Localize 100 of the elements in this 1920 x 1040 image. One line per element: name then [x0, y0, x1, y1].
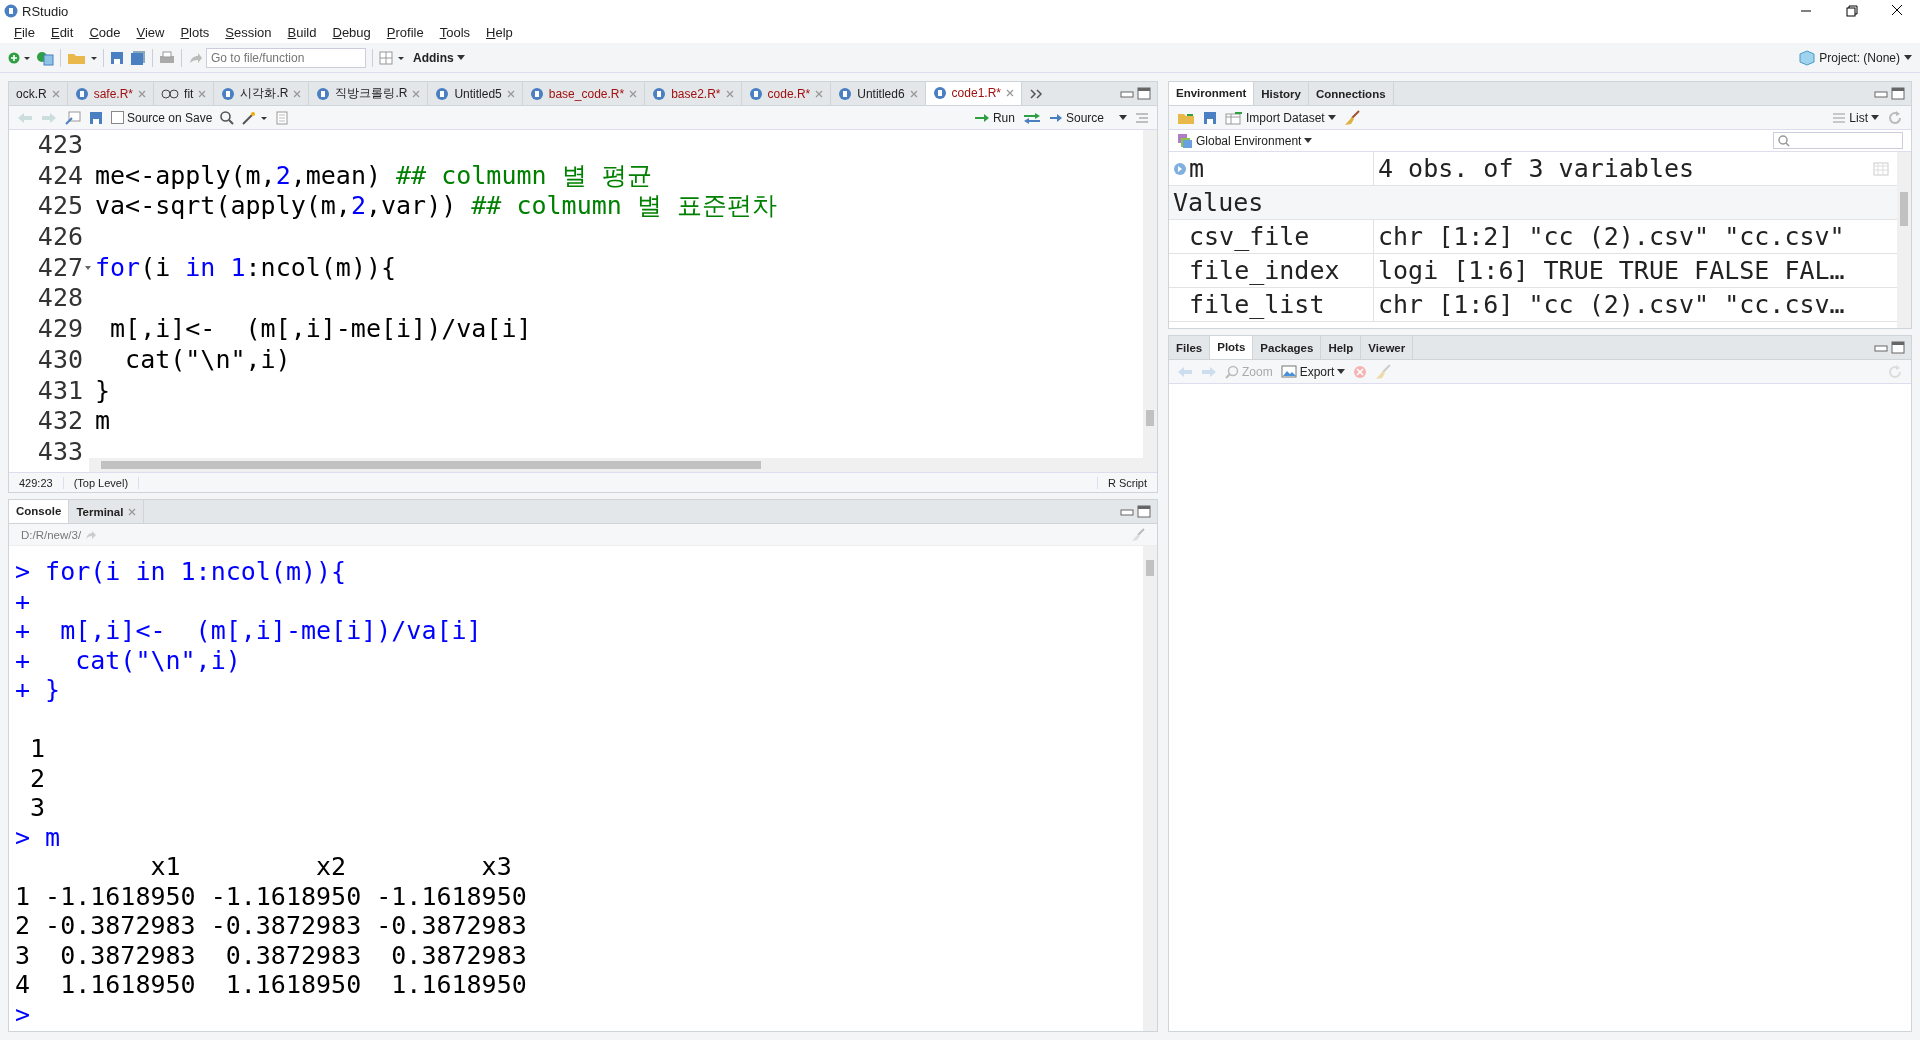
maximize-icon[interactable]: [1137, 505, 1151, 518]
arrow-icon[interactable]: [85, 529, 98, 540]
export-menu[interactable]: Export: [1280, 364, 1346, 379]
more-tabs-icon[interactable]: [1030, 88, 1044, 99]
outline-icon[interactable]: [1135, 111, 1149, 124]
grid-layout-icon[interactable]: [379, 50, 407, 65]
menu-item[interactable]: Plots: [172, 25, 218, 40]
code-line: m: [95, 406, 111, 436]
broom-icon[interactable]: [1131, 527, 1145, 542]
forward-icon[interactable]: [1201, 365, 1217, 378]
menu-item[interactable]: Code: [81, 25, 129, 40]
console-tab[interactable]: Console: [9, 500, 70, 523]
editor-tab[interactable]: 시각화.R: [214, 82, 310, 105]
menu-item[interactable]: Profile: [378, 25, 432, 40]
menu-item[interactable]: Edit: [42, 25, 82, 40]
minimize-icon[interactable]: [1120, 89, 1134, 98]
command-text: > for(i in 1:ncol(m)){: [15, 557, 347, 587]
save-icon[interactable]: [89, 110, 103, 125]
search-field[interactable]: Go to file/function: [206, 47, 366, 68]
source-on-save-checkbox[interactable]: Source on Save: [111, 110, 213, 125]
editor-tab[interactable]: code.R*: [741, 82, 832, 105]
variable-value: 4 obs. of 3 variables: [1378, 154, 1695, 183]
search-icon: [1778, 134, 1790, 147]
new-file-icon[interactable]: [8, 50, 30, 65]
project-menu[interactable]: Project: (None): [1799, 49, 1912, 66]
environment-tab[interactable]: History: [1254, 82, 1309, 105]
code-line: me<-apply(m,2,mean) ## colmumn 별 평균: [95, 160, 652, 190]
editor-tab[interactable]: code1.R*: [925, 82, 1022, 105]
save-all-icon[interactable]: [130, 50, 146, 65]
files-pane-tab[interactable]: Viewer: [1361, 336, 1414, 359]
environment-tab[interactable]: Environment: [1169, 82, 1255, 105]
close-icon[interactable]: [1890, 5, 1904, 17]
run-button[interactable]: Run: [973, 110, 1015, 125]
editor-tab[interactable]: base_code.R*: [522, 82, 646, 105]
files-pane-tab[interactable]: Help: [1321, 336, 1362, 359]
line-number: 432: [37, 406, 83, 436]
console-tab[interactable]: Terminal: [69, 500, 145, 523]
save-icon[interactable]: [1203, 110, 1217, 125]
rerun-icon[interactable]: [1022, 111, 1041, 124]
editor-tab[interactable]: Untitled5: [428, 82, 523, 105]
back-icon[interactable]: [17, 111, 33, 124]
addins-menu[interactable]: Addins: [413, 50, 465, 65]
menu-item[interactable]: Debug: [324, 25, 379, 40]
magic-wand-icon[interactable]: [242, 110, 269, 125]
scrollbar[interactable]: [1897, 152, 1911, 328]
minimize-icon[interactable]: [1874, 343, 1888, 352]
menu-item[interactable]: Tools: [431, 25, 479, 40]
fold-icon[interactable]: [85, 264, 91, 271]
environment-tab[interactable]: Connections: [1308, 82, 1394, 105]
editor-tab[interactable]: ock.R: [9, 82, 68, 105]
menu-item[interactable]: View: [128, 25, 173, 40]
editor-tab[interactable]: 직방크롤링.R: [309, 82, 429, 105]
stack-icon: [1177, 132, 1193, 149]
restore-icon[interactable]: [1844, 5, 1858, 17]
maximize-icon[interactable]: [1891, 87, 1905, 100]
scope-menu[interactable]: (Top Level): [63, 476, 140, 489]
code-line: for(i in 1:ncol(m)){: [95, 252, 397, 282]
import-dataset-menu[interactable]: Import Dataset: [1225, 110, 1336, 125]
minimize-icon[interactable]: [1120, 507, 1134, 516]
scrollbar[interactable]: [89, 458, 1143, 472]
editor-tab[interactable]: fit: [154, 82, 215, 105]
menu-item[interactable]: Build: [279, 25, 325, 40]
save-icon[interactable]: [110, 50, 124, 65]
variable-value: chr [1:2] "cc (2).csv" "cc.csv": [1378, 222, 1845, 251]
files-pane-tab[interactable]: Packages: [1253, 336, 1322, 359]
menu-item[interactable]: File: [6, 25, 43, 40]
refresh-icon[interactable]: [1887, 363, 1903, 380]
new-project-icon[interactable]: [36, 49, 54, 66]
forward-icon[interactable]: [41, 111, 57, 124]
editor-tab[interactable]: Untitled6: [831, 82, 926, 105]
refresh-icon[interactable]: [1887, 109, 1903, 126]
show-in-window-icon[interactable]: [65, 110, 81, 125]
view-mode-menu[interactable]: List: [1832, 110, 1879, 125]
scrollbar[interactable]: [1143, 130, 1157, 472]
scrollbar[interactable]: [1143, 546, 1157, 1031]
print-icon[interactable]: [159, 50, 175, 65]
environment-scope-menu[interactable]: Global Environment: [1177, 132, 1313, 149]
editor-tab[interactable]: base2.R*: [645, 82, 742, 105]
search-field[interactable]: [1773, 132, 1903, 149]
variable-value: chr [1:6] "cc (2).csv" "cc.csv…: [1378, 290, 1845, 319]
file-type-menu[interactable]: R Script: [1096, 476, 1157, 489]
notebook-icon[interactable]: [276, 110, 289, 125]
broom-icon[interactable]: [1343, 109, 1360, 126]
line-number: 424: [37, 160, 83, 190]
table-icon[interactable]: [1873, 161, 1889, 176]
search-icon[interactable]: [220, 110, 235, 125]
maximize-icon[interactable]: [1891, 341, 1905, 354]
source-button[interactable]: Source: [1048, 110, 1127, 125]
expand-icon[interactable]: [1173, 161, 1187, 176]
minimize-icon[interactable]: [1874, 89, 1888, 98]
back-icon[interactable]: [1177, 365, 1193, 378]
menu-item[interactable]: Session: [217, 25, 280, 40]
editor-tab[interactable]: safe.R*: [67, 82, 155, 105]
output-text: 4 1.1618950 1.1618950 1.1618950: [15, 970, 527, 1000]
maximize-icon[interactable]: [1137, 87, 1151, 100]
caret-icon: [1871, 115, 1879, 120]
remove-icon[interactable]: [1353, 364, 1368, 379]
menu-item[interactable]: Help: [478, 25, 521, 40]
command-text: + }: [15, 675, 61, 705]
files-pane-tab[interactable]: Plots: [1210, 336, 1254, 359]
